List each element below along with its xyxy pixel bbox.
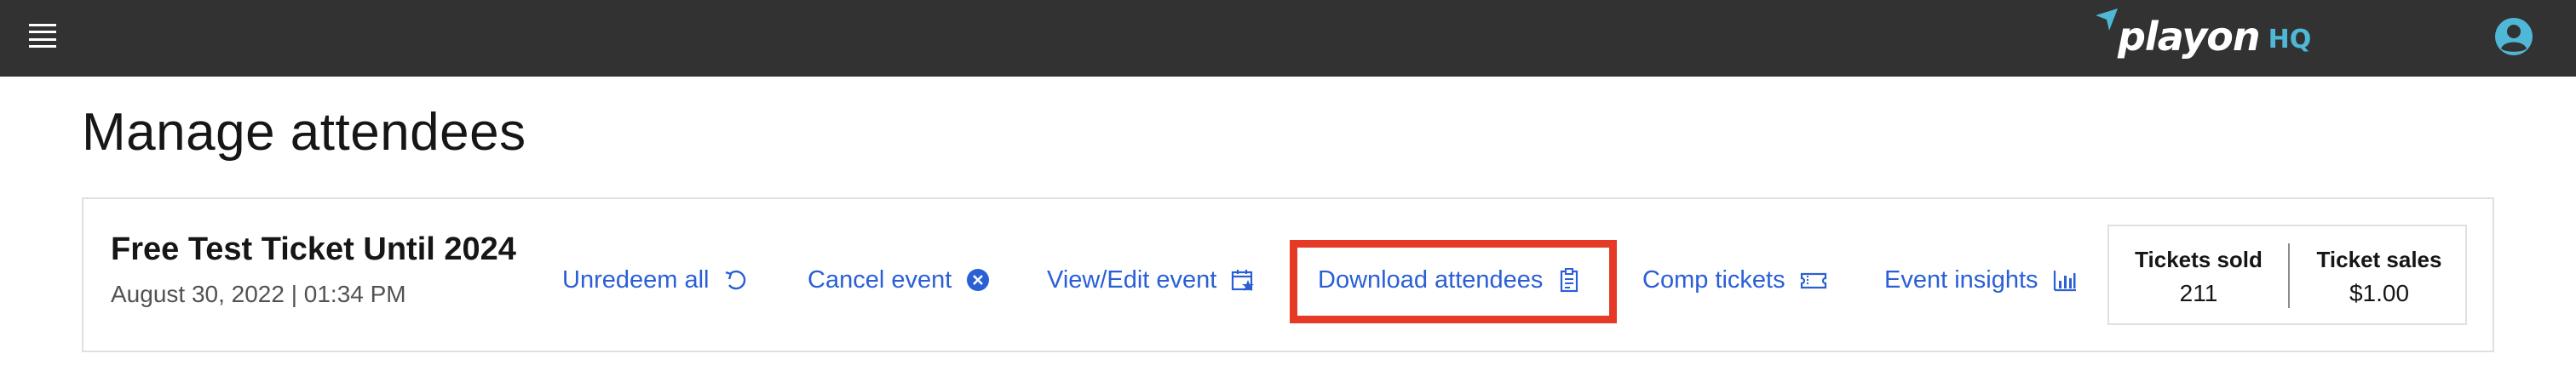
event-insights-button[interactable]: Event insights — [1884, 260, 2078, 300]
bar-chart-icon — [2052, 267, 2078, 293]
event-name: Free Test Ticket Until 2024 — [111, 231, 516, 267]
event-date: August 30, 2022 | 01:34 PM — [111, 281, 406, 307]
cancel-event-label: Cancel event — [808, 265, 952, 294]
page-title: Manage attendees — [82, 103, 526, 162]
calendar-star-icon — [1230, 267, 1256, 293]
tickets-sold-value: 211 — [2179, 280, 2218, 306]
unredeem-all-label: Unredeem all — [562, 265, 710, 294]
event-insights-label: Event insights — [1884, 265, 2038, 294]
tickets-sold-stat: Tickets sold 211 — [2109, 247, 2288, 307]
undo-icon — [722, 267, 748, 293]
ticket-stats-panel: Tickets sold 211 Ticket sales $1.00 — [2107, 225, 2467, 325]
ticket-sales-label: Ticket sales — [2316, 247, 2442, 272]
close-circle-icon — [965, 267, 991, 293]
hamburger-menu-icon[interactable] — [29, 24, 56, 48]
logo-arrow-icon — [2096, 9, 2118, 31]
ticket-sales-stat: Ticket sales $1.00 — [2290, 247, 2469, 307]
top-navigation-bar: playon HQ — [0, 0, 2576, 77]
view-edit-event-label: View/Edit event — [1047, 265, 1217, 294]
comp-tickets-label: Comp tickets — [1642, 265, 1785, 294]
tickets-sold-label: Tickets sold — [2135, 247, 2263, 272]
playon-hq-logo[interactable]: playon HQ — [2096, 7, 2312, 66]
download-attendees-highlight — [1290, 240, 1617, 323]
user-account-icon[interactable] — [2494, 17, 2533, 56]
cancel-event-button[interactable]: Cancel event — [808, 260, 991, 300]
unredeem-all-button[interactable]: Unredeem all — [562, 260, 748, 300]
ticket-icon — [1799, 267, 1828, 293]
comp-tickets-button[interactable]: Comp tickets — [1642, 260, 1828, 300]
logo-hq-text: HQ — [2268, 24, 2312, 54]
ticket-sales-value: $1.00 — [2349, 280, 2410, 306]
logo-wordmark: playon — [2118, 14, 2261, 60]
view-edit-event-button[interactable]: View/Edit event — [1047, 260, 1256, 300]
